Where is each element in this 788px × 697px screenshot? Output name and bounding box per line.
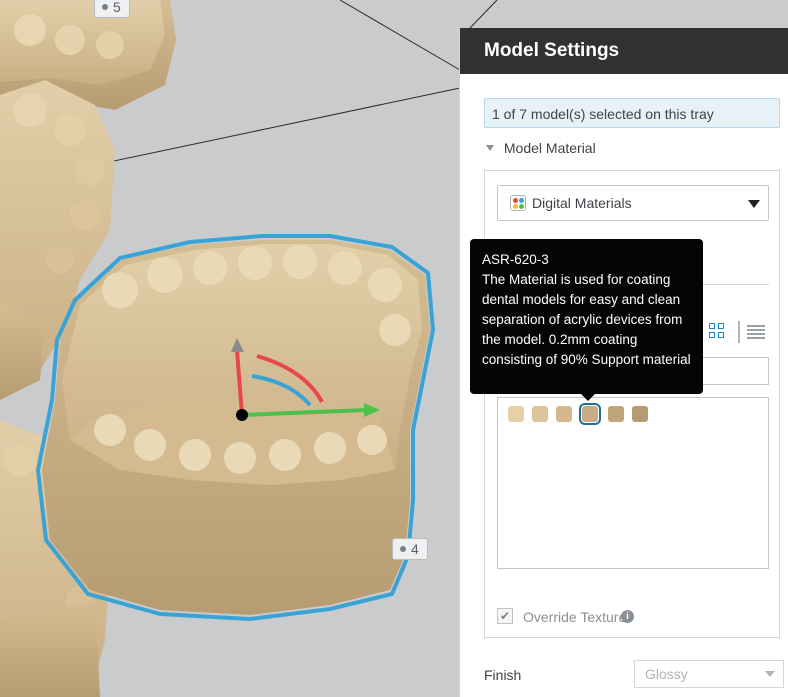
material-swatch-grid (497, 397, 769, 569)
selection-info-banner: 1 of 7 model(s) selected on this tray (484, 98, 780, 128)
material-swatch[interactable] (508, 406, 524, 422)
section-title-label: Model Material (503, 140, 596, 156)
override-texture-checkbox[interactable]: ✔ (497, 608, 513, 624)
model-tag-label: 5 (113, 0, 121, 15)
grid-view-icon[interactable] (709, 323, 727, 341)
model-tag-4[interactable]: 4 (392, 538, 428, 560)
tooltip-body: The Material is used for coating dental … (482, 272, 691, 367)
finish-label: Finish (484, 667, 522, 683)
dropdown-arrow-icon (748, 200, 760, 208)
material-type-dropdown[interactable]: Digital Materials (497, 185, 769, 221)
view-toggle-separator (738, 321, 740, 343)
collapse-triangle-icon (486, 145, 494, 151)
material-tooltip: ASR-620-3 The Material is used for coati… (470, 239, 703, 401)
list-view-icon[interactable] (747, 325, 765, 339)
material-type-value: Digital Materials (532, 195, 632, 211)
override-texture-label: Override Texture (523, 609, 627, 625)
model-tag-5[interactable]: 5 (94, 0, 130, 18)
material-swatch-selected[interactable] (579, 403, 601, 425)
finish-dropdown[interactable]: Glossy (634, 660, 784, 688)
chevron-down-icon (765, 671, 775, 677)
material-swatch[interactable] (556, 406, 572, 422)
digital-materials-icon (510, 195, 526, 211)
info-icon[interactable]: i (621, 610, 634, 623)
panel-title: Model Settings (460, 28, 788, 74)
model-tag-label: 4 (411, 541, 419, 557)
material-swatch[interactable] (532, 406, 548, 422)
material-swatch[interactable] (608, 406, 624, 422)
model-material-section-toggle[interactable]: Model Material (486, 140, 596, 156)
material-swatch[interactable] (632, 406, 648, 422)
finish-value: Glossy (645, 666, 688, 682)
dental-model-4-selected[interactable] (36, 234, 435, 621)
tooltip-title: ASR-620-3 (482, 252, 549, 267)
